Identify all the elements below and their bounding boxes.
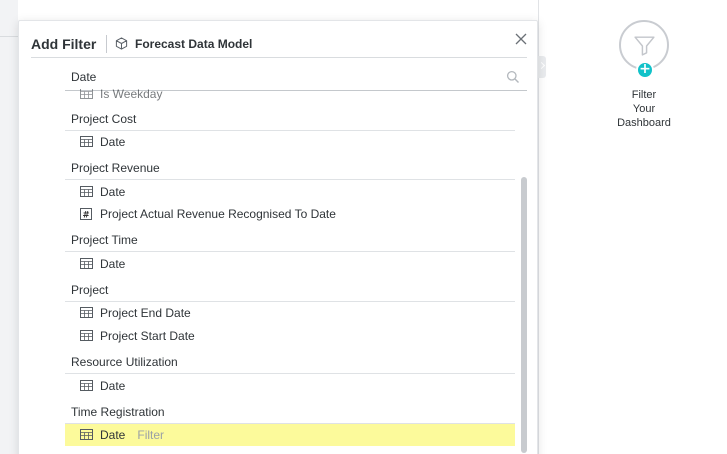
- list-item[interactable]: # Project Actual Revenue Recognised To D…: [65, 203, 515, 225]
- list-item-label: Project Actual Revenue Recognised To Dat…: [100, 207, 336, 221]
- header-divider: [31, 57, 527, 58]
- filter-hint: Filter: [137, 428, 165, 442]
- list-item[interactable]: Date: [65, 181, 515, 203]
- close-button[interactable]: [513, 31, 529, 47]
- close-icon: [515, 33, 527, 45]
- table-icon: [80, 258, 93, 269]
- dialog-title: Add Filter: [31, 36, 97, 52]
- list-item[interactable]: Project Start Date: [65, 325, 515, 347]
- group-header-project: Project: [65, 280, 515, 302]
- table-icon: [80, 89, 93, 99]
- list-item-label: Project End Date: [100, 306, 191, 320]
- table-icon: [80, 330, 93, 341]
- background-divider: [0, 36, 18, 37]
- search-icon[interactable]: [506, 70, 520, 84]
- table-icon: [80, 380, 93, 391]
- table-icon: [80, 307, 93, 318]
- funnel-icon: [634, 36, 655, 56]
- list-item-highlighted[interactable]: Date Filter: [65, 424, 515, 446]
- cube-icon: [115, 37, 128, 50]
- table-icon: [80, 429, 93, 440]
- table-icon: [80, 186, 93, 197]
- search-field: [65, 63, 527, 91]
- list-item-label: Date: [100, 185, 126, 199]
- list-item-label: Project Start Date: [100, 329, 195, 343]
- group-header-project-time: Project Time: [65, 230, 515, 252]
- list-item-label: Date: [100, 428, 126, 442]
- group-header-project-cost: Project Cost: [65, 109, 515, 131]
- add-plus-icon[interactable]: +: [636, 61, 654, 79]
- filter-dashboard-widget[interactable]: + Filter Your Dashboard: [604, 20, 684, 130]
- list-item-label: Date: [100, 135, 126, 149]
- list-scrollbar[interactable]: [521, 177, 527, 453]
- filter-dashboard-label: Filter Your Dashboard: [617, 89, 671, 129]
- number-hash-icon: #: [80, 208, 92, 220]
- list-item[interactable]: Date: [65, 375, 515, 397]
- background-panel: [0, 0, 18, 454]
- list-item[interactable]: Date: [65, 131, 515, 153]
- collapse-panel-tab[interactable]: [538, 56, 546, 78]
- data-model-name: Forecast Data Model: [135, 37, 253, 51]
- dialog-header: Add Filter Forecast Data Model: [19, 21, 537, 59]
- list-item-partial[interactable]: Is Weekday: [65, 89, 515, 105]
- list-item-label: Date: [100, 257, 126, 271]
- list-item[interactable]: Project End Date: [65, 302, 515, 324]
- list-item[interactable]: Date: [65, 253, 515, 275]
- add-filter-dialog: Add Filter Forecast Data Model Is Weekda…: [18, 20, 538, 454]
- filter-circle[interactable]: +: [619, 20, 669, 79]
- field-list: Is Weekday Project Cost Date Project Rev…: [65, 89, 515, 453]
- list-item-label: Date: [100, 379, 126, 393]
- list-item-label: Is Weekday: [100, 89, 163, 101]
- table-icon: [80, 136, 93, 147]
- svg-text:#: #: [82, 210, 89, 220]
- search-input[interactable]: [65, 63, 495, 91]
- group-header-project-revenue: Project Revenue: [65, 158, 515, 180]
- header-separator: [106, 35, 107, 53]
- group-header-time-registration: Time Registration: [65, 402, 515, 424]
- group-header-resource-utilization: Resource Utilization: [65, 352, 515, 374]
